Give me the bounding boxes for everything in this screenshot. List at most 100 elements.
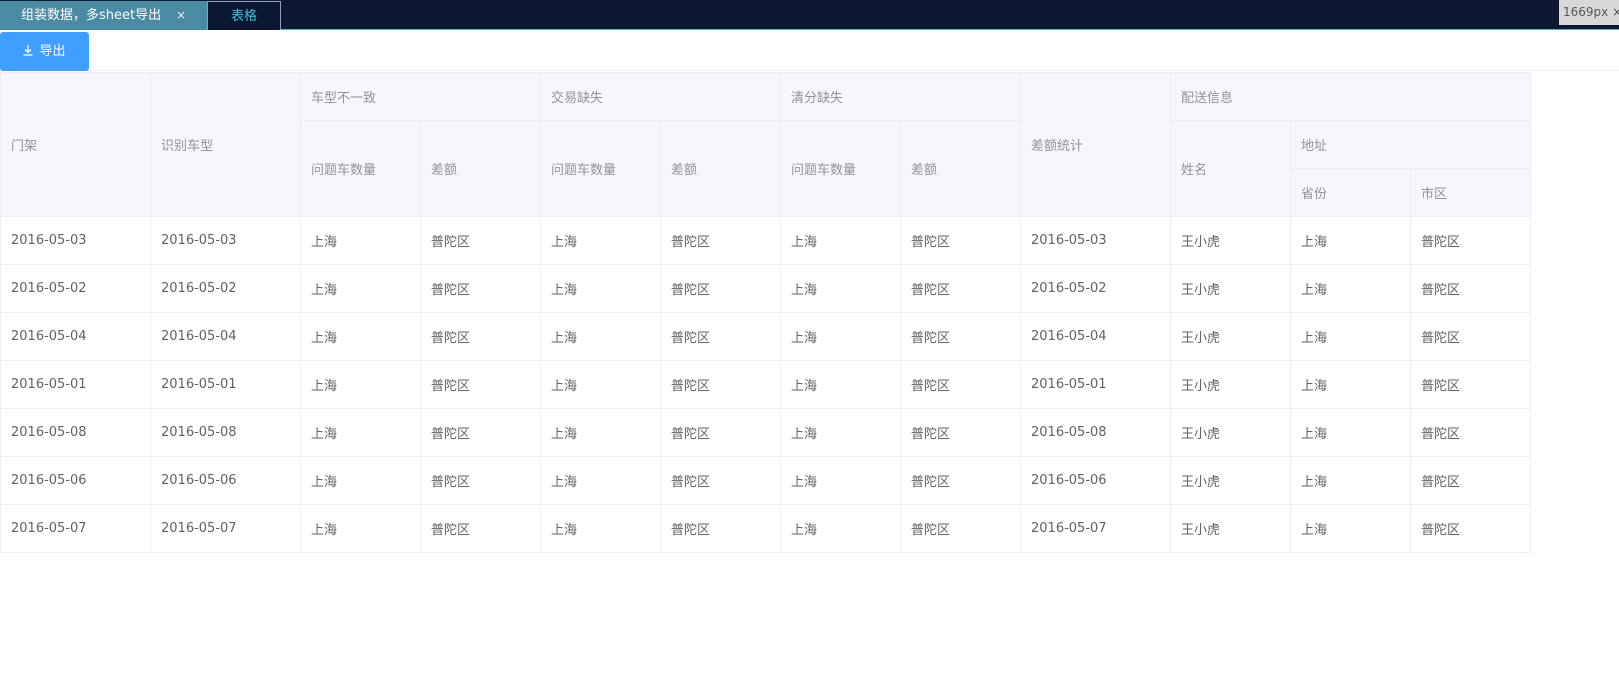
cell-diff: 普陀区: [900, 360, 1021, 409]
cell-diff-stats: 2016-05-06: [1020, 456, 1171, 505]
header-problem-count: 问题车数量: [540, 120, 661, 217]
cell-name: 王小虎: [1170, 504, 1291, 553]
cell-province: 上海: [1290, 216, 1411, 265]
cell-city: 普陀区: [1410, 504, 1531, 553]
table-row: 2016-05-06 2016-05-06 上海 普陀区 上海 普陀区 上海 普陀区 2016-…: [0, 456, 1531, 505]
toolbar: 导出: [0, 31, 1619, 71]
cell-name: 王小虎: [1170, 216, 1291, 265]
export-button[interactable]: 导出: [0, 32, 89, 71]
header-city: 市区: [1410, 168, 1531, 217]
cell-province: 上海: [1290, 456, 1411, 505]
cell-diff: 普陀区: [420, 408, 541, 457]
header-problem-count: 问题车数量: [300, 120, 421, 217]
cell-diff-stats: 2016-05-07: [1020, 504, 1171, 553]
cell-problem-count: 上海: [300, 408, 421, 457]
table-row: 2016-05-02 2016-05-02 上海 普陀区 上海 普陀区 上海 普陀区 2016-…: [0, 264, 1531, 313]
cell-problem-count: 上海: [540, 408, 661, 457]
cell-diff: 普陀区: [660, 216, 781, 265]
cell-problem-count: 上海: [540, 456, 661, 505]
cell-gantry: 2016-05-03: [0, 216, 151, 265]
cell-name: 王小虎: [1170, 264, 1291, 313]
cell-diff: 普陀区: [900, 264, 1021, 313]
header-address: 地址: [1290, 120, 1531, 169]
cell-diff-stats: 2016-05-03: [1020, 216, 1171, 265]
cell-name: 王小虎: [1170, 456, 1291, 505]
cell-problem-count: 上海: [300, 360, 421, 409]
cell-diff: 普陀区: [420, 216, 541, 265]
cell-province: 上海: [1290, 408, 1411, 457]
cell-gantry: 2016-05-01: [0, 360, 151, 409]
header-diff: 差额: [900, 120, 1021, 217]
cell-diff: 普陀区: [900, 456, 1021, 505]
cell-problem-count: 上海: [540, 264, 661, 313]
cell-province: 上海: [1290, 504, 1411, 553]
cell-city: 普陀区: [1410, 264, 1531, 313]
cell-problem-count: 上海: [780, 264, 901, 313]
table-row: 2016-05-01 2016-05-01 上海 普陀区 上海 普陀区 上海 普陀区 2016-…: [0, 360, 1531, 409]
cell-gantry: 2016-05-07: [0, 504, 151, 553]
cell-gantry: 2016-05-04: [0, 312, 151, 361]
cell-problem-count: 上海: [300, 264, 421, 313]
cell-problem-count: 上海: [780, 504, 901, 553]
header-group-type-mismatch: 车型不一致: [300, 72, 541, 121]
cell-gantry: 2016-05-08: [0, 408, 151, 457]
cell-recognized-type: 2016-05-07: [150, 504, 301, 553]
header-gantry: 门架: [0, 72, 151, 217]
cell-city: 普陀区: [1410, 456, 1531, 505]
tab-label: 组装数据，多sheet导出: [21, 8, 162, 23]
cell-diff-stats: 2016-05-02: [1020, 264, 1171, 313]
cell-city: 普陀区: [1410, 216, 1531, 265]
header-recognized-type: 识别车型: [150, 72, 301, 217]
tab-table[interactable]: 表格: [207, 1, 281, 30]
cell-problem-count: 上海: [540, 360, 661, 409]
cell-diff: 普陀区: [900, 312, 1021, 361]
header-name: 姓名: [1170, 120, 1291, 217]
header-problem-count: 问题车数量: [780, 120, 901, 217]
cell-diff: 普陀区: [660, 504, 781, 553]
cell-diff: 普陀区: [900, 408, 1021, 457]
table-row: 2016-05-03 2016-05-03 上海 普陀区 上海 普陀区 上海 普陀区 2016-…: [0, 216, 1531, 265]
cell-province: 上海: [1290, 360, 1411, 409]
cell-name: 王小虎: [1170, 312, 1291, 361]
header-group-clearing-missing: 清分缺失: [780, 72, 1021, 121]
header-diff-stats: 差额统计: [1020, 72, 1171, 217]
cell-problem-count: 上海: [780, 312, 901, 361]
header-diff: 差额: [420, 120, 541, 217]
cell-recognized-type: 2016-05-08: [150, 408, 301, 457]
cell-city: 普陀区: [1410, 312, 1531, 361]
cell-problem-count: 上海: [300, 216, 421, 265]
cell-gantry: 2016-05-02: [0, 264, 151, 313]
cell-diff: 普陀区: [420, 312, 541, 361]
cell-diff: 普陀区: [420, 456, 541, 505]
cell-diff: 普陀区: [420, 264, 541, 313]
cell-problem-count: 上海: [300, 312, 421, 361]
cell-province: 上海: [1290, 264, 1411, 313]
tab-multi-sheet-export[interactable]: 组装数据，多sheet导出 ×: [0, 1, 207, 30]
cell-recognized-type: 2016-05-02: [150, 264, 301, 313]
cell-name: 王小虎: [1170, 360, 1291, 409]
cell-diff: 普陀区: [900, 504, 1021, 553]
cell-diff: 普陀区: [420, 504, 541, 553]
cell-diff: 普陀区: [660, 264, 781, 313]
cell-problem-count: 上海: [300, 504, 421, 553]
cell-city: 普陀区: [1410, 360, 1531, 409]
header-province: 省份: [1290, 168, 1411, 217]
cell-gantry: 2016-05-06: [0, 456, 151, 505]
export-label: 导出: [39, 44, 66, 59]
cell-problem-count: 上海: [540, 312, 661, 361]
download-icon: [23, 45, 33, 56]
cell-diff: 普陀区: [660, 456, 781, 505]
cell-city: 普陀区: [1410, 408, 1531, 457]
cell-diff-stats: 2016-05-01: [1020, 360, 1171, 409]
close-icon[interactable]: ×: [176, 1, 186, 30]
header-group-trade-missing: 交易缺失: [540, 72, 781, 121]
cell-diff-stats: 2016-05-04: [1020, 312, 1171, 361]
cell-recognized-type: 2016-05-06: [150, 456, 301, 505]
cell-problem-count: 上海: [540, 216, 661, 265]
cell-recognized-type: 2016-05-01: [150, 360, 301, 409]
table-body: 2016-05-03 2016-05-03 上海 普陀区 上海 普陀区 上海 普陀区 2016-…: [0, 216, 1531, 553]
cell-problem-count: 上海: [300, 456, 421, 505]
cell-province: 上海: [1290, 312, 1411, 361]
cell-diff: 普陀区: [660, 408, 781, 457]
header-group-delivery: 配送信息: [1170, 72, 1531, 121]
